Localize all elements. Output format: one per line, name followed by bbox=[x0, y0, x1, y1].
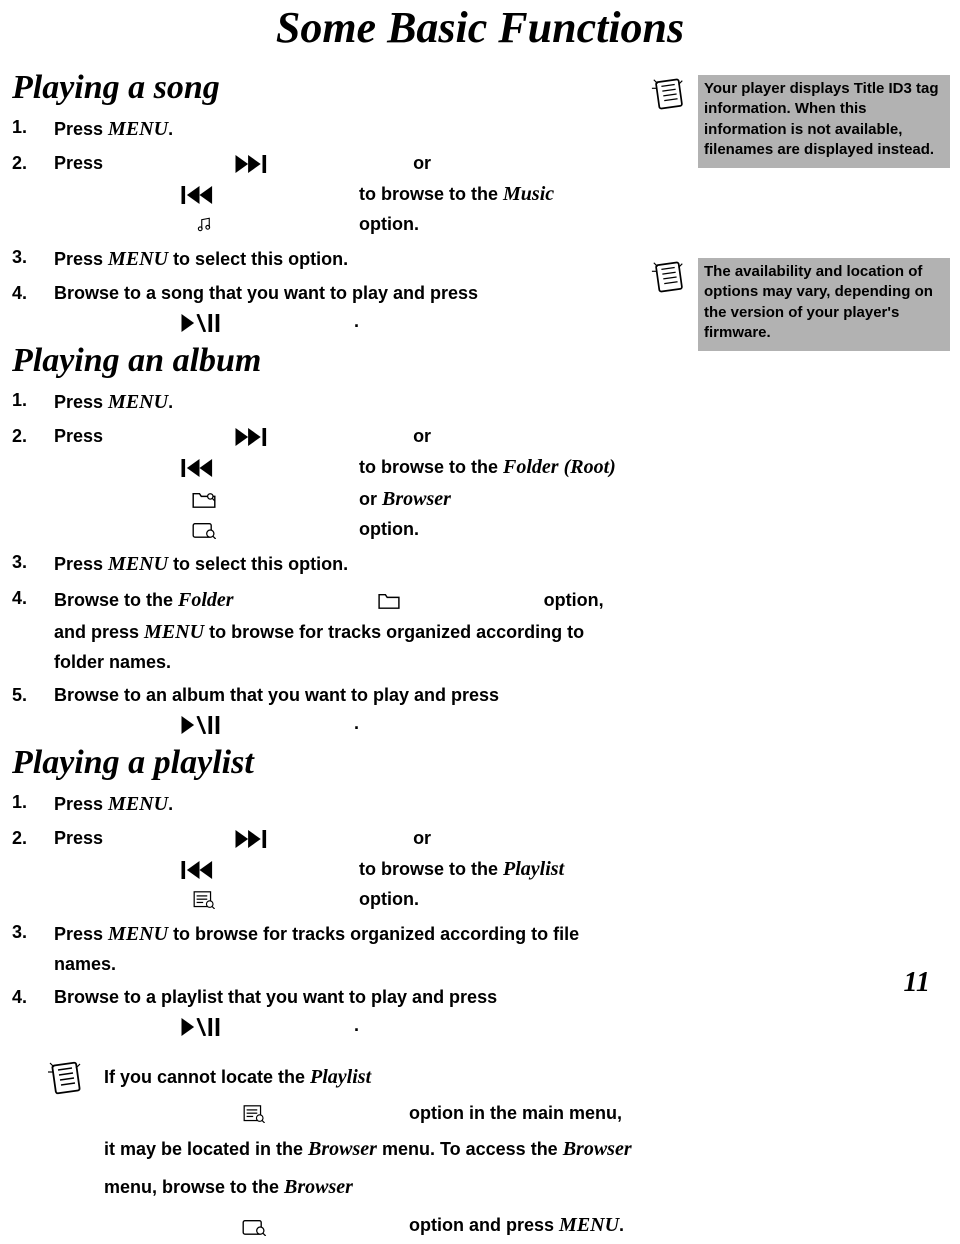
section-heading-playlist: Playing a playlist bbox=[12, 744, 632, 782]
step-body: Press MENU. bbox=[54, 788, 632, 820]
step-body: Press or to browse to the Playlist optio… bbox=[54, 824, 632, 914]
bottom-note: If you cannot locate the Playlist option… bbox=[46, 1058, 632, 1244]
step-body: Press or to browse to the Folder (Root) … bbox=[54, 422, 632, 544]
step-number: 3. bbox=[12, 243, 36, 275]
sidebar-note-text: Your player displays Title ID3 tag infor… bbox=[698, 75, 950, 168]
sidebar-note: The availability and location of options… bbox=[650, 258, 950, 351]
playlist-steps: 1. Press MENU. 2. Press or to browse to … bbox=[12, 788, 632, 1040]
step-body: Press or to browse to the Music option. bbox=[54, 149, 632, 239]
step-body: Press MENU to browse for tracks organize… bbox=[54, 918, 632, 979]
prev-track-icon bbox=[54, 459, 354, 477]
next-track-icon bbox=[108, 428, 408, 446]
section-heading-song: Playing a song bbox=[12, 69, 632, 107]
prev-track-icon bbox=[54, 186, 354, 204]
page-title: Some Basic Functions bbox=[0, 0, 960, 53]
step-number: 5. bbox=[12, 681, 36, 739]
step-body: Browse to an album that you want to play… bbox=[54, 681, 632, 739]
step-body: Press MENU to select this option. bbox=[54, 548, 632, 580]
browser-icon bbox=[104, 1218, 404, 1236]
note-icon bbox=[46, 1058, 86, 1098]
next-track-icon bbox=[108, 155, 408, 173]
browser-icon bbox=[54, 521, 354, 539]
page-number: 11 bbox=[904, 967, 930, 999]
play-pause-icon bbox=[54, 1018, 354, 1036]
play-pause-icon bbox=[54, 716, 354, 734]
step-body: Press MENU to select this option. bbox=[54, 243, 632, 275]
sidebar: Your player displays Title ID3 tag infor… bbox=[650, 63, 950, 381]
play-pause-icon bbox=[54, 314, 354, 332]
step-number: 4. bbox=[12, 983, 36, 1041]
playlist-icon bbox=[104, 1105, 404, 1123]
note-icon bbox=[650, 75, 688, 113]
sidebar-note: Your player displays Title ID3 tag infor… bbox=[650, 75, 950, 168]
album-steps: 1. Press MENU. 2. Press or to browse to … bbox=[12, 386, 632, 738]
next-track-icon bbox=[108, 830, 408, 848]
sidebar-note-text: The availability and location of options… bbox=[698, 258, 950, 351]
step-number: 1. bbox=[12, 113, 36, 145]
step-number: 1. bbox=[12, 386, 36, 418]
step-body: Press MENU. bbox=[54, 386, 632, 418]
note-icon bbox=[650, 258, 688, 296]
main-content: Playing a song 1. Press MENU. 2. Press o… bbox=[12, 63, 632, 1244]
step-number: 2. bbox=[12, 422, 36, 544]
step-body: Browse to a playlist that you want to pl… bbox=[54, 983, 632, 1041]
music-icon bbox=[54, 216, 354, 234]
prev-track-icon bbox=[54, 861, 354, 879]
step-body: Press MENU. bbox=[54, 113, 632, 145]
step-number: 4. bbox=[12, 584, 36, 677]
folder-root-icon bbox=[54, 491, 354, 509]
step-body: Browse to a song that you want to play a… bbox=[54, 279, 632, 337]
step-number: 2. bbox=[12, 824, 36, 914]
playlist-icon bbox=[54, 891, 354, 909]
step-number: 3. bbox=[12, 548, 36, 580]
section-heading-album: Playing an album bbox=[12, 342, 632, 380]
step-number: 2. bbox=[12, 149, 36, 239]
folder-icon bbox=[239, 592, 539, 610]
step-number: 3. bbox=[12, 918, 36, 979]
step-number: 4. bbox=[12, 279, 36, 337]
note-text: If you cannot locate the Playlist option… bbox=[104, 1058, 632, 1244]
step-body: Browse to the Folder option, and press M… bbox=[54, 584, 632, 677]
song-steps: 1. Press MENU. 2. Press or to browse to … bbox=[12, 113, 632, 336]
step-number: 1. bbox=[12, 788, 36, 820]
